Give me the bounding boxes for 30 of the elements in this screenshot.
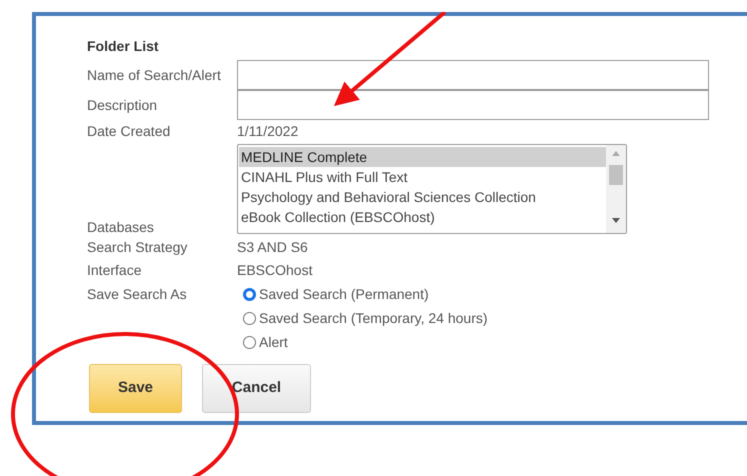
field-label: Date Created (87, 122, 172, 141)
radio-label: Saved Search (Temporary, 24 hours) (259, 308, 488, 328)
scroll-up-icon[interactable] (612, 151, 620, 156)
scroll-down-icon[interactable] (612, 218, 620, 223)
cancel-button[interactable]: Cancel (202, 364, 311, 413)
field-value: 1/11/2022 (237, 122, 300, 141)
listbox-option[interactable]: MEDLINE Complete (239, 147, 606, 167)
field-label: Name of Search/Alert (87, 66, 222, 84)
text-field[interactable] (237, 90, 709, 120)
field-label: Search Strategy (87, 238, 188, 257)
radio-label: Alert (259, 332, 288, 352)
listbox-option[interactable]: CINAHL Plus with Full Text (239, 167, 606, 187)
field-label: Databases (87, 218, 155, 237)
scrollbar[interactable] (606, 145, 626, 233)
field-value: EBSCOhost (237, 261, 314, 280)
radio-button[interactable] (243, 288, 256, 300)
radio-button[interactable] (243, 336, 256, 348)
radio-label: Saved Search (Permanent) (259, 284, 429, 304)
listbox-option[interactable]: Psychology and Behavioral Sciences Collection (239, 187, 606, 207)
field-label: Interface (87, 261, 142, 280)
save-button[interactable]: Save (89, 364, 182, 413)
form-heading: Folder List (87, 37, 160, 54)
text-field[interactable] (237, 60, 709, 90)
database-listbox[interactable]: MEDLINE Complete CINAHL Plus with Full Text Psychology and Behavioral Sciences Collection eBook Collection (EBSCOhost) (237, 144, 627, 234)
scrollbar-thumb[interactable] (609, 165, 623, 185)
field-value: S3 AND S6 (237, 238, 309, 257)
field-label: Description (87, 96, 158, 115)
radio-button[interactable] (243, 312, 256, 324)
field-label: Save Search As (87, 285, 188, 304)
listbox-option[interactable]: eBook Collection (EBSCOhost) (239, 207, 606, 227)
